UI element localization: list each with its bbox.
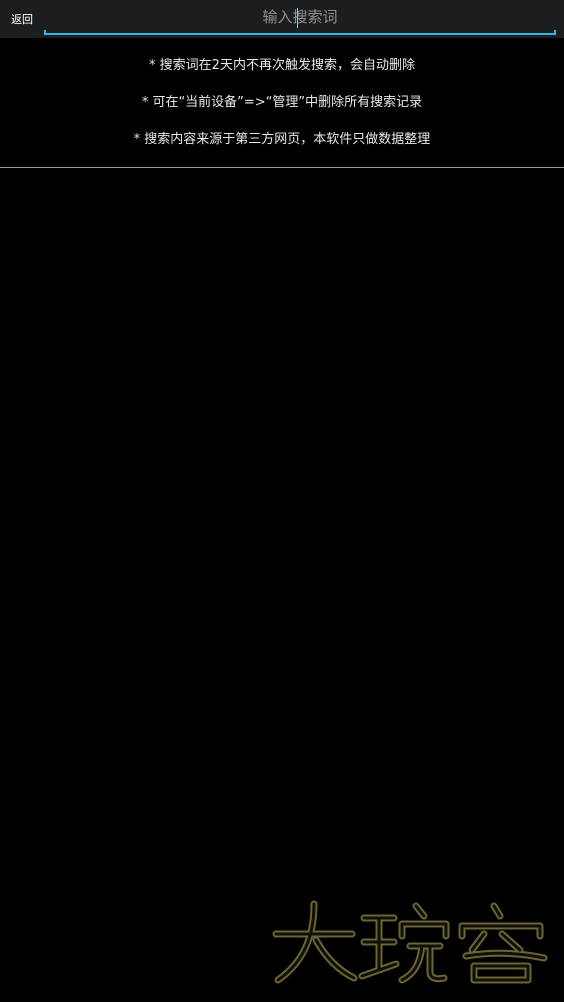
search-input[interactable] (44, 0, 556, 33)
back-button[interactable]: 返回 (0, 0, 44, 38)
search-underline (44, 30, 556, 35)
search-page: 返回 * 搜索词在2天内不再次触发搜索，会自动删除 * 可在“当前设备”=>“管… (0, 0, 564, 1002)
search-tips: * 搜索词在2天内不再次触发搜索，会自动删除 * 可在“当前设备”=>“管理”中… (0, 38, 564, 167)
search-results-area (0, 168, 564, 1002)
tip-text: * 可在“当前设备”=>“管理”中删除所有搜索记录 (141, 95, 423, 110)
tip-text: * 搜索内容来源于第三方网页，本软件只做数据整理 (133, 132, 431, 147)
top-bar: 返回 (0, 0, 564, 38)
search-field[interactable] (44, 0, 556, 36)
text-cursor (297, 8, 298, 28)
watermark-logo (272, 900, 548, 984)
tip-text: * 搜索词在2天内不再次触发搜索，会自动删除 (149, 58, 415, 73)
